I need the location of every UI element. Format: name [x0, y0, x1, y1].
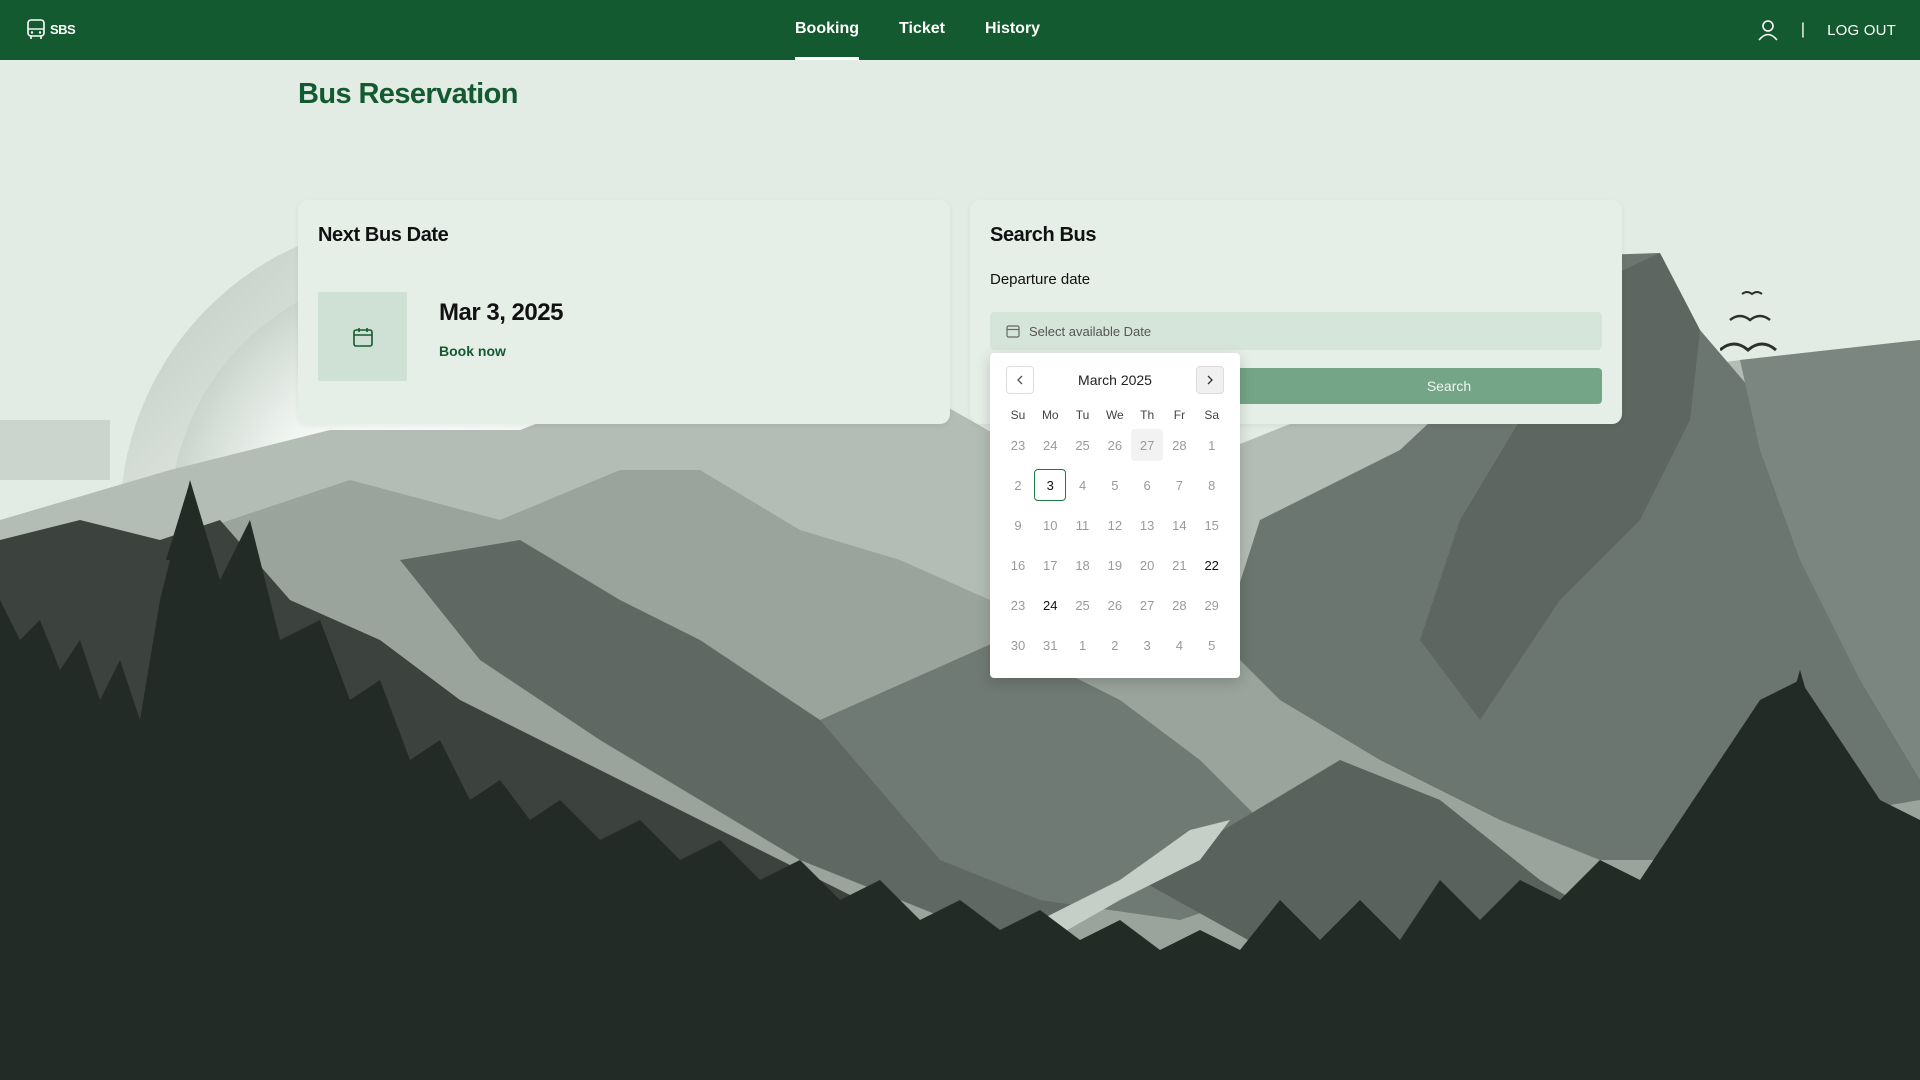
calendar-day: 27 [1139, 597, 1155, 613]
calendar-day: 23 [1010, 437, 1026, 453]
page-title: Bus Reservation [298, 78, 518, 110]
calendar-header: March 2025 [1006, 366, 1224, 394]
top-navbar: SBS Booking Ticket History | LOG OUT [0, 0, 1920, 60]
calendar-day: 20 [1139, 557, 1155, 573]
calendar-day: 31 [1043, 637, 1058, 653]
weekday-label: We [1105, 408, 1124, 422]
calendar-week-row: 9 10 11 12 13 14 15 [1002, 505, 1228, 545]
calendar-day: 4 [1078, 477, 1087, 493]
calendar-day: 7 [1175, 477, 1184, 493]
calendar-day: 4 [1175, 637, 1184, 653]
calendar-day: 17 [1043, 557, 1058, 573]
chevron-left-icon [1017, 375, 1023, 385]
date-tile [318, 292, 407, 381]
calendar-day: 25 [1075, 597, 1090, 613]
prev-month-button[interactable] [1006, 366, 1034, 394]
nav-actions: | LOG OUT [1757, 0, 1896, 60]
next-bus-title: Next Bus Date [318, 224, 449, 246]
bus-icon [27, 19, 45, 39]
weekday-header-row: Su Mo Tu We Th Fr Sa [1002, 405, 1228, 425]
search-button-label: Search [1426, 378, 1472, 394]
calendar-day: 3 [1143, 637, 1151, 653]
calendar-month-label: March 2025 [1078, 372, 1152, 388]
calendar-day: 16 [1010, 557, 1026, 573]
calendar-day: 24 [1043, 437, 1058, 453]
calendar-day: 2 [1111, 637, 1119, 653]
next-bus-date: Mar 3, 2025 [439, 299, 563, 326]
user-icon[interactable] [1757, 19, 1779, 41]
weekday-label: Tu [1075, 408, 1090, 422]
departure-date-input[interactable]: Select available Date [990, 312, 1602, 350]
mountain-forest-background [0, 0, 1920, 1080]
calendar-day: 6 [1143, 477, 1151, 493]
calendar-day: 8 [1208, 477, 1216, 493]
book-now-link[interactable]: Book now [439, 343, 506, 359]
weekday-label: Fr [1173, 408, 1186, 422]
app-logo[interactable]: SBS [26, 18, 76, 40]
calendar-day: 26 [1107, 597, 1123, 613]
calendar-day: 9 [1014, 517, 1022, 533]
calendar-week-row: 16 17 18 19 20 21 22 [1002, 545, 1228, 585]
calendar-day: 25 [1075, 437, 1090, 453]
next-month-button[interactable] [1196, 366, 1224, 394]
calendar-day-available[interactable]: 24 [1034, 589, 1066, 621]
calendar-day: 28 [1172, 437, 1187, 453]
calendar-day: 26 [1107, 437, 1123, 453]
weekday-label: Su [1010, 408, 1026, 422]
calendar-day: 23 [1010, 597, 1026, 613]
weekday-label: Mo [1041, 408, 1059, 422]
calendar-day: 1 [1208, 437, 1216, 453]
search-bus-title: Search Bus [990, 224, 1097, 246]
calendar-day: 30 [1010, 637, 1026, 653]
departure-date-placeholder: Select available Date [1029, 323, 1152, 339]
calendar-day: 5 [1208, 637, 1216, 653]
calendar-day: 12 [1107, 517, 1123, 533]
nav-ticket[interactable]: Ticket [899, 0, 945, 60]
main-nav: Booking Ticket History [795, 0, 1080, 60]
calendar-day-available[interactable]: 22 [1196, 549, 1228, 581]
chevron-right-icon [1207, 375, 1213, 385]
calendar-icon [1006, 325, 1020, 338]
logout-button[interactable]: LOG OUT [1827, 22, 1896, 39]
logo-text: SBS [50, 21, 76, 37]
nav-separator: | [1800, 21, 1806, 38]
nav-booking[interactable]: Booking [795, 0, 859, 60]
calendar-day: 5 [1111, 477, 1119, 493]
calendar-day: 1 [1078, 637, 1087, 653]
departure-date-label: Departure date [990, 271, 1091, 288]
calendar-day: 28 [1172, 597, 1187, 613]
calendar-grid: Su Mo Tu We Th Fr Sa 23 24 25 26 27 28 1 2 3 4 5 6 7 8 9 10 11 1… [1002, 405, 1228, 665]
weekday-label: Th [1140, 408, 1155, 422]
calendar-week-row: 234 5 6 7 8 [1002, 465, 1228, 505]
calendar-day: 27 [1131, 429, 1164, 461]
calendar-day: 2 [1014, 477, 1022, 493]
weekday-label: Sa [1204, 408, 1220, 422]
calendar-day: 10 [1043, 517, 1058, 533]
calendar-day: 11 [1075, 517, 1090, 533]
calendar-day-available[interactable]: 3 [1034, 469, 1067, 501]
calendar-day: 14 [1172, 517, 1187, 533]
calendar-day: 15 [1204, 517, 1219, 533]
calendar-day: 13 [1139, 517, 1155, 533]
calendar-week-row: 23 24 25 26 27 28 1 [1002, 425, 1228, 465]
nav-history[interactable]: History [985, 0, 1040, 60]
birds-illustration [1720, 291, 1777, 352]
calendar-day: 21 [1172, 557, 1187, 573]
calendar-week-row: 23 24 25 26 27 28 29 [1002, 585, 1228, 625]
date-picker-popup: March 2025 Su Mo Tu We Th Fr Sa 23 24 25 26 27 28 1 2 3… [990, 353, 1240, 678]
calendar-icon [352, 327, 373, 347]
calendar-day: 18 [1075, 557, 1090, 573]
next-bus-card: Next Bus Date Mar 3, 2025 Book now [298, 200, 950, 424]
calendar-week-row: 30 31 1 2 3 4 5 [1002, 625, 1228, 665]
calendar-day: 29 [1204, 597, 1219, 613]
calendar-day: 19 [1107, 557, 1123, 573]
